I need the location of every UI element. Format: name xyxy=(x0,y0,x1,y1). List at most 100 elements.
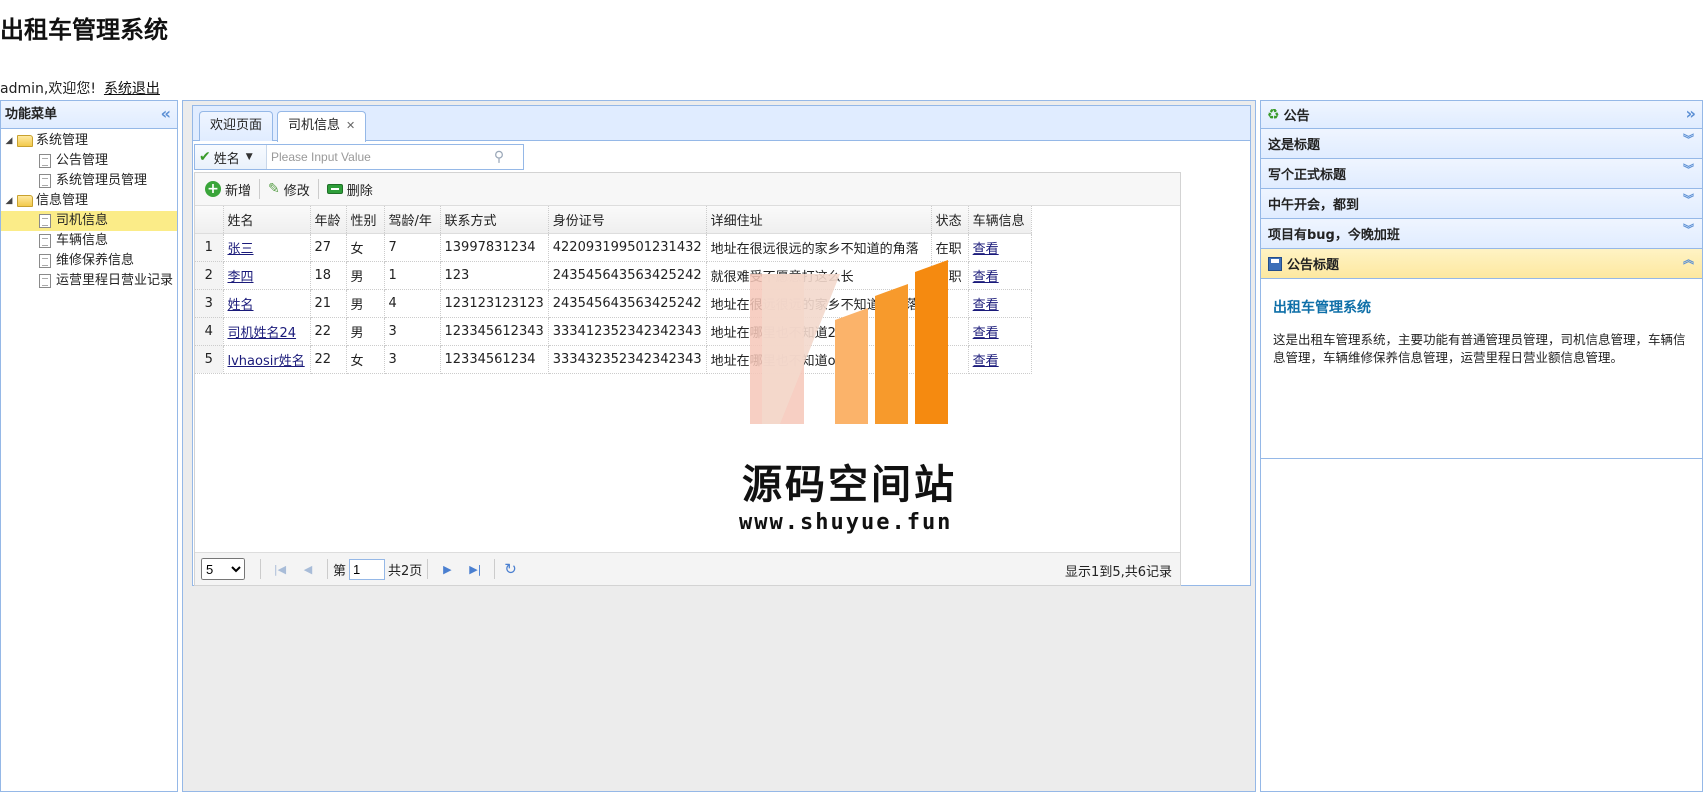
driver-name-link[interactable]: 司机姓名24 xyxy=(228,326,297,341)
page-size-select[interactable]: 5 xyxy=(201,558,245,580)
last-page-icon[interactable]: ▶| xyxy=(465,563,485,576)
column-header-name[interactable]: 姓名 xyxy=(223,206,311,234)
watermark-logo xyxy=(750,260,948,424)
column-header-gender[interactable]: 性别 xyxy=(346,206,385,234)
view-vehicle-link[interactable]: 查看 xyxy=(973,270,999,285)
tab-welcome[interactable]: 欢迎页面 xyxy=(199,111,274,141)
tree-item-label: 车辆信息 xyxy=(56,233,109,248)
close-icon[interactable]: ✕ xyxy=(346,119,355,132)
driver-datagrid: + 新增 ✎ 修改 删除 姓名 年龄 性别 驾龄/年 联系方式 身份证号 详细住… xyxy=(194,172,1181,586)
expand-arrow-icon[interactable]: ◢ xyxy=(1,131,17,151)
tree-item-mileage-record[interactable]: 运营里程日营业记录 xyxy=(1,271,177,291)
collapse-right-icon[interactable]: » xyxy=(1686,101,1696,127)
view-vehicle-link[interactable]: 查看 xyxy=(973,354,999,369)
file-icon xyxy=(39,154,51,168)
welcome-bar: admin,欢迎您! 系统退出 xyxy=(0,78,160,98)
collapse-chevron-icon[interactable]: ︽ xyxy=(1683,254,1694,265)
id-card-cell: 422093199501231432 xyxy=(548,233,707,262)
view-vehicle-link[interactable]: 查看 xyxy=(973,326,999,341)
announcement-item[interactable]: 写个正式标题 ︾ xyxy=(1261,159,1702,189)
age-cell: 22 xyxy=(310,317,347,346)
prev-page-icon[interactable]: ◀ xyxy=(298,563,318,576)
announcement-item-open[interactable]: 公告标题 ︽ xyxy=(1261,249,1702,279)
current-page-input[interactable] xyxy=(349,558,386,580)
column-header-status[interactable]: 状态 xyxy=(931,206,969,234)
checkmark-icon: ✔ xyxy=(199,149,211,165)
tree-group-label: 信息管理 xyxy=(36,193,89,208)
edit-button[interactable]: ✎ 修改 xyxy=(262,176,316,202)
watermark-logo-bar xyxy=(875,284,908,424)
search-field-selector[interactable]: ✔ 姓名 ▼ xyxy=(195,145,267,169)
file-icon xyxy=(39,214,51,228)
column-header-address[interactable]: 详细住址 xyxy=(706,206,932,234)
caret-down-icon: ▼ xyxy=(245,152,253,162)
driver-name-link[interactable]: lvhaosir姓名 xyxy=(228,354,305,369)
menu-tree: ◢ 系统管理 公告管理 系统管理员管理 ◢ 信息管理 司机信息 车辆信息 维修保… xyxy=(1,129,177,293)
page-info: 显示1到5,共6记录 xyxy=(1065,565,1172,580)
watermark-name: 源码空间站 xyxy=(742,462,957,508)
expand-chevron-icon[interactable]: ︾ xyxy=(1683,224,1694,235)
search-input[interactable] xyxy=(267,146,487,168)
driving-years-cell: 1 xyxy=(384,261,441,290)
tree-item-maintenance-info[interactable]: 维修保养信息 xyxy=(1,251,177,271)
announcement-header: ♻ 公告 » xyxy=(1261,101,1702,129)
phone-cell: 123123123123 xyxy=(440,289,549,318)
file-icon xyxy=(39,174,51,188)
search-icon[interactable]: ⚲ xyxy=(487,149,511,165)
expand-chevron-icon[interactable]: ︾ xyxy=(1683,164,1694,175)
tree-item-vehicle-info[interactable]: 车辆信息 xyxy=(1,231,177,251)
column-header-age[interactable]: 年龄 xyxy=(310,206,347,234)
gender-cell: 女 xyxy=(346,233,385,262)
column-header-vehicle[interactable]: 车辆信息 xyxy=(968,206,1032,234)
expand-chevron-icon[interactable]: ︾ xyxy=(1683,134,1694,145)
age-cell: 18 xyxy=(310,261,347,290)
gender-cell: 男 xyxy=(346,317,385,346)
driving-years-cell: 7 xyxy=(384,233,441,262)
driver-name-link[interactable]: 李四 xyxy=(228,270,254,285)
announcement-content: 这是出租车管理系统，主要功能有普通管理员管理，司机信息管理，车辆信息管理，车辆维… xyxy=(1273,332,1686,365)
expand-chevron-icon[interactable]: ︾ xyxy=(1683,194,1694,205)
tree-item-admin-manage[interactable]: 系统管理员管理 xyxy=(1,171,177,191)
phone-cell: 12334561234 xyxy=(440,345,549,374)
tree-item-driver-info[interactable]: 司机信息 xyxy=(1,211,177,231)
tree-group-info[interactable]: ◢ 信息管理 xyxy=(1,191,177,211)
tree-group-system[interactable]: ◢ 系统管理 xyxy=(1,131,177,151)
announcement-panel: ♻ 公告 » 这是标题 ︾ 写个正式标题 ︾ 中午开会，都到 ︾ 项目有bug，… xyxy=(1260,100,1703,792)
expand-arrow-icon[interactable]: ◢ xyxy=(1,191,17,211)
next-page-icon[interactable]: ▶ xyxy=(437,563,457,576)
delete-label: 删除 xyxy=(346,183,373,199)
announcement-item-label: 中午开会，都到 xyxy=(1268,198,1360,213)
collapse-left-icon[interactable]: « xyxy=(161,101,171,127)
watermark-logo-bar xyxy=(915,260,948,424)
tree-item-label: 司机信息 xyxy=(56,213,109,228)
function-menu-header: 功能菜单 « xyxy=(1,101,177,129)
announcement-item[interactable]: 这是标题 ︾ xyxy=(1261,129,1702,159)
delete-button[interactable]: 删除 xyxy=(321,176,379,202)
tab-label: 欢迎页面 xyxy=(210,118,263,133)
add-button[interactable]: + 新增 xyxy=(199,176,257,202)
driver-name-link[interactable]: 姓名 xyxy=(228,298,254,313)
row-number: 1 xyxy=(195,233,224,262)
row-number-header xyxy=(195,206,224,234)
tab-driver-info[interactable]: 司机信息 ✕ xyxy=(277,111,367,142)
watermark-logo-bar xyxy=(835,308,868,424)
first-page-icon[interactable]: |◀ xyxy=(270,563,290,576)
view-vehicle-link[interactable]: 查看 xyxy=(973,242,999,257)
column-header-phone[interactable]: 联系方式 xyxy=(440,206,549,234)
view-vehicle-link[interactable]: 查看 xyxy=(973,298,999,313)
refresh-icon[interactable]: ↻ xyxy=(504,560,517,578)
driving-years-cell: 4 xyxy=(384,289,441,318)
driving-years-cell: 3 xyxy=(384,317,441,346)
tree-item-notice-manage[interactable]: 公告管理 xyxy=(1,151,177,171)
tab-label: 司机信息 xyxy=(288,118,341,133)
logout-link[interactable]: 系统退出 xyxy=(104,81,160,97)
pagination-bar: 5 |◀ ◀ 第 共2页 ▶ ▶| ↻ 显示1到5,共6记录 xyxy=(195,552,1180,585)
driver-name-link[interactable]: 张三 xyxy=(228,242,254,257)
announcement-item[interactable]: 项目有bug，今晚加班 ︾ xyxy=(1261,219,1702,249)
center-region: 欢迎页面 司机信息 ✕ ✔ 姓名 ▼ ⚲ + 新增 xyxy=(182,100,1256,792)
announcement-item[interactable]: 中午开会，都到 ︾ xyxy=(1261,189,1702,219)
column-header-id-card[interactable]: 身份证号 xyxy=(548,206,707,234)
id-card-cell: 333412352342342343 xyxy=(548,317,707,346)
column-header-driving-years[interactable]: 驾龄/年 xyxy=(384,206,441,234)
function-menu-panel: 功能菜单 « ◢ 系统管理 公告管理 系统管理员管理 ◢ 信息管理 司机信息 车… xyxy=(0,100,178,792)
